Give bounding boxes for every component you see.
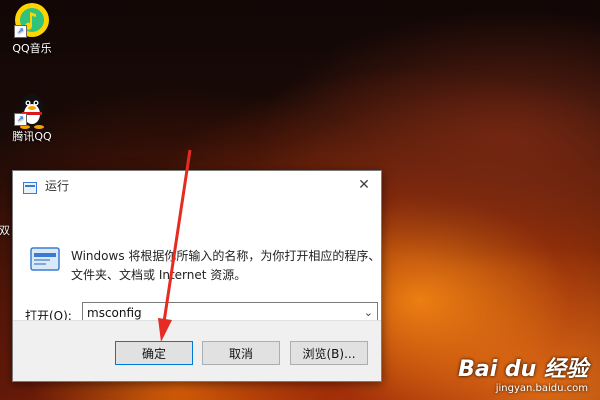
run-small-icon	[23, 179, 37, 194]
dialog-title: 运行	[45, 178, 70, 193]
desktop-icon-label: 腾讯QQ	[12, 130, 52, 143]
watermark-logo: Bai du 经验	[458, 357, 588, 382]
title-bar[interactable]: 运行 ✕	[13, 171, 381, 199]
watermark-site: jingyan.baidu.com	[495, 383, 588, 394]
desktop-icon-qq-music[interactable]: ↗ QQ音乐	[4, 2, 60, 56]
browse-button[interactable]: 浏览(B)...	[290, 341, 368, 365]
dialog-description: Windows 将根据你所输入的名称，为你打开相应的程序、 文件夹、文档或 In…	[71, 247, 381, 285]
run-dialog: 运行 ✕ Windows 将根据你所输入的名称，为你打开相应的程序、 文件夹、文…	[12, 170, 382, 382]
description-line: Windows 将根据你所输入的名称，为你打开相应的程序、	[71, 249, 381, 263]
cancel-button[interactable]: 取消	[202, 341, 280, 365]
watermark: Bai du 经验 jingyan.baidu.com	[458, 351, 588, 394]
ok-button[interactable]: 确定	[115, 341, 193, 365]
open-input-value: msconfig	[87, 306, 142, 320]
close-icon[interactable]: ✕	[353, 174, 375, 196]
dialog-content: Windows 将根据你所输入的名称，为你打开相应的程序、 文件夹、文档或 In…	[13, 199, 381, 337]
desktop-icon-tencent-qq[interactable]: ↗ 腾讯QQ	[4, 90, 60, 144]
qq-music-icon: ↗	[14, 2, 50, 38]
desktop-icon-label: QQ音乐	[12, 42, 52, 55]
qq-penguin-icon: ↗	[14, 90, 50, 129]
description-line: 文件夹、文档或 Internet 资源。	[71, 268, 247, 282]
desktop-icon-partial[interactable]: 双	[0, 222, 10, 238]
desktop-icon-label: 双	[0, 224, 10, 237]
run-icon	[29, 247, 61, 271]
